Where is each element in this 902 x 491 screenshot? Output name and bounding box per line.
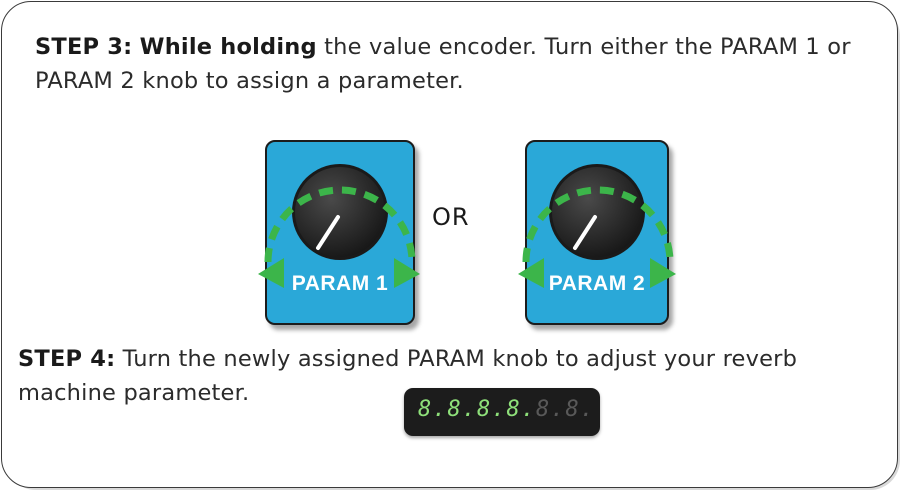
led-display: 8.8.8.8.8.8. (404, 388, 600, 436)
param-1-label: PARAM 1 (292, 272, 388, 295)
param-1-pedal[interactable]: PARAM 1 (258, 140, 420, 325)
param-2-label: PARAM 2 (549, 272, 645, 295)
step-4-label: STEP 4: (18, 346, 116, 372)
param-1-knob[interactable] (295, 167, 385, 257)
led-unlit-segments: 8.8. (535, 397, 595, 422)
param-2-pedal[interactable]: PARAM 2 (518, 140, 676, 325)
or-label: OR (432, 203, 470, 231)
param-2-knob[interactable] (552, 167, 642, 257)
led-display-readout: 8.8.8.8.8.8. (418, 397, 595, 422)
led-lit-segments: 8.8.8.8. (418, 397, 536, 422)
